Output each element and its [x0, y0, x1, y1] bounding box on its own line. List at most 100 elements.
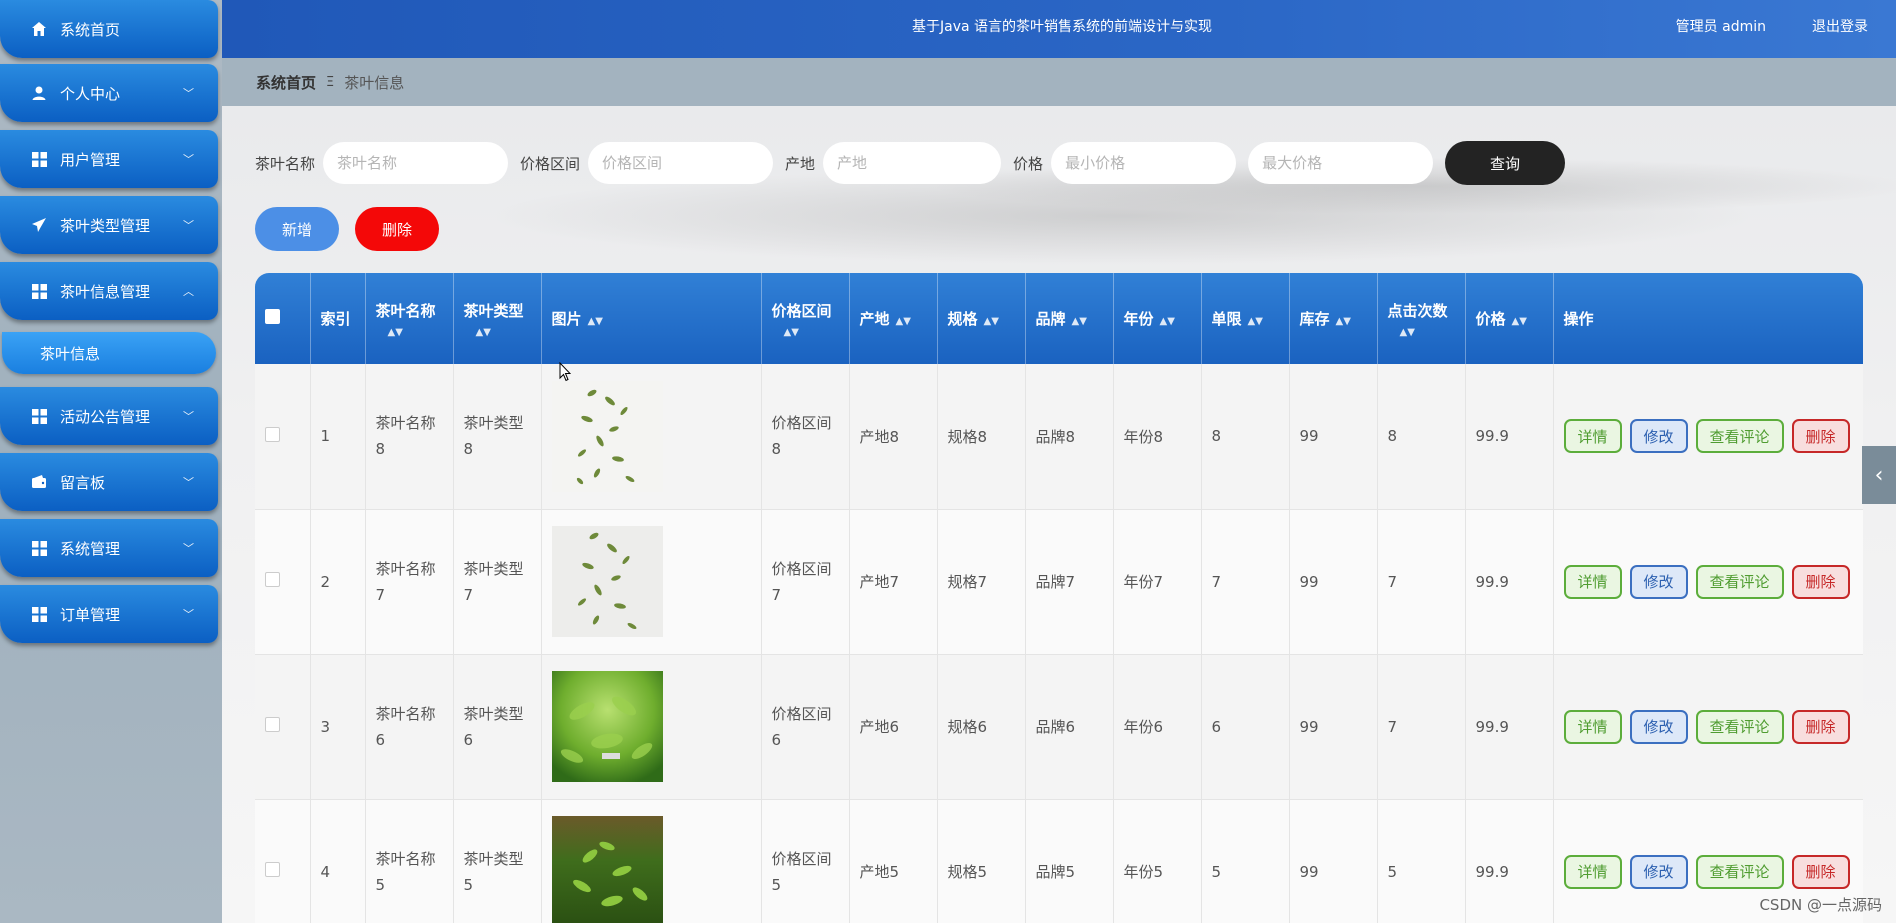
- price-range-label: 价格区间: [520, 154, 581, 173]
- row-checkbox[interactable]: [265, 717, 280, 732]
- sort-icon[interactable]: ▲▼: [1160, 316, 1175, 327]
- row-checkbox[interactable]: [265, 862, 280, 877]
- cell-type: 茶叶类型6: [453, 654, 542, 800]
- col-header-sortable[interactable]: 茶叶名称 ▲▼: [365, 273, 454, 364]
- col-header-sortable[interactable]: 价格区间 ▲▼: [761, 273, 850, 364]
- col-header-sortable[interactable]: 规格 ▲▼: [937, 273, 1026, 364]
- sort-icon[interactable]: ▲▼: [1400, 327, 1455, 338]
- col-header-label: 价格: [1475, 310, 1506, 328]
- cell-image: [541, 509, 762, 655]
- col-header: 操作: [1553, 273, 1863, 364]
- sort-icon[interactable]: ▲▼: [896, 316, 911, 327]
- col-header-sortable[interactable]: 产地 ▲▼: [849, 273, 938, 364]
- grid-icon: [30, 605, 48, 623]
- tea-name-input[interactable]: [323, 142, 509, 184]
- col-header-label: 年份: [1123, 310, 1154, 328]
- sidebar-item-system[interactable]: 系统管理 ﹀: [0, 519, 218, 577]
- detail-button[interactable]: 详情: [1563, 564, 1622, 599]
- select-all-cell: [255, 273, 311, 364]
- detail-button[interactable]: 详情: [1563, 854, 1622, 889]
- sidebar-item-users[interactable]: 用户管理 ﹀: [0, 130, 218, 188]
- cell-year: 年份7: [1113, 509, 1202, 655]
- sidebar-item-orders[interactable]: 订单管理 ﹀: [0, 585, 218, 643]
- sidebar-subitem-tea-info[interactable]: 茶叶信息: [2, 332, 216, 374]
- col-header-sortable[interactable]: 茶叶类型 ▲▼: [453, 273, 542, 364]
- cell-price: 99.9: [1465, 509, 1554, 655]
- sidebar-item-messages[interactable]: 留言板 ﹀: [0, 453, 218, 511]
- sort-icon[interactable]: ▲▼: [1248, 316, 1263, 327]
- delete-row-button[interactable]: 删除: [1791, 854, 1850, 889]
- cell-actions: 详情 修改 查看评论 删除: [1553, 509, 1863, 655]
- cell-limit: 5: [1201, 799, 1290, 923]
- batch-delete-button[interactable]: 删除: [355, 207, 439, 251]
- sort-icon[interactable]: ▲▼: [476, 327, 531, 338]
- col-header-sortable[interactable]: 点击次数 ▲▼: [1377, 273, 1466, 364]
- col-header-sortable[interactable]: 品牌 ▲▼: [1025, 273, 1114, 364]
- row-select-cell: [255, 509, 311, 655]
- col-header-sortable[interactable]: 价格 ▲▼: [1465, 273, 1554, 364]
- view-comments-button[interactable]: 查看评论: [1695, 854, 1784, 889]
- sort-icon[interactable]: ▲▼: [588, 316, 603, 327]
- detail-button[interactable]: 详情: [1563, 419, 1622, 454]
- cell-year: 年份8: [1113, 364, 1202, 510]
- sort-icon[interactable]: ▲▼: [1512, 316, 1527, 327]
- row-checkbox[interactable]: [265, 572, 280, 587]
- max-price-input[interactable]: [1248, 142, 1434, 184]
- grid-icon: [30, 282, 48, 300]
- min-price-input[interactable]: [1051, 142, 1237, 184]
- sidebar-item-personal[interactable]: 个人中心 ﹀: [0, 64, 218, 122]
- sidebar-item-announcements[interactable]: 活动公告管理 ﹀: [0, 387, 218, 445]
- sidebar-item-home[interactable]: 系统首页: [0, 0, 218, 58]
- col-header-sortable[interactable]: 图片 ▲▼: [541, 273, 762, 364]
- delete-row-button[interactable]: 删除: [1791, 709, 1850, 744]
- sort-icon[interactable]: ▲▼: [1072, 316, 1087, 327]
- price-range-input[interactable]: [588, 142, 774, 184]
- sort-icon[interactable]: ▲▼: [1336, 316, 1351, 327]
- edit-button[interactable]: 修改: [1629, 709, 1688, 744]
- edit-button[interactable]: 修改: [1629, 419, 1688, 454]
- sidebar-item-tea-info[interactable]: 茶叶信息管理 ︿: [0, 262, 218, 320]
- mouse-cursor-icon: [559, 362, 571, 382]
- sort-icon[interactable]: ▲▼: [984, 316, 999, 327]
- cell-limit: 7: [1201, 509, 1290, 655]
- breadcrumb-home[interactable]: 系统首页: [256, 72, 316, 93]
- cell-image: [541, 799, 762, 923]
- cell-name: 茶叶名称8: [365, 364, 454, 510]
- table-row: 4 茶叶名称5 茶叶类型5 价格区间5 产地5 规格5 品牌5 年份5 5 99…: [255, 799, 1863, 923]
- query-button[interactable]: 查询: [1445, 141, 1566, 185]
- select-all-checkbox[interactable]: [265, 309, 280, 324]
- view-comments-button[interactable]: 查看评论: [1695, 709, 1784, 744]
- delete-row-button[interactable]: 删除: [1791, 419, 1850, 454]
- chevron-down-icon: ﹀: [183, 476, 194, 489]
- delete-row-button[interactable]: 删除: [1791, 564, 1850, 599]
- col-header-sortable[interactable]: 库存 ▲▼: [1289, 273, 1378, 364]
- row-checkbox[interactable]: [265, 426, 280, 442]
- sort-icon[interactable]: ▲▼: [388, 327, 443, 338]
- wallet-icon: [30, 473, 48, 491]
- sidebar-item-label: 用户管理: [60, 150, 121, 169]
- table-row: 2 茶叶名称7 茶叶类型7 价格区间7 产地7 规格7 品牌7 年份7 7 99…: [255, 509, 1863, 655]
- sidebar-item-tea-type[interactable]: 茶叶类型管理 ﹀: [0, 196, 218, 254]
- col-header-sortable[interactable]: 年份 ▲▼: [1113, 273, 1202, 364]
- origin-input[interactable]: [823, 142, 1002, 184]
- cell-type: 茶叶类型8: [453, 364, 542, 510]
- cell-image: [541, 364, 762, 510]
- col-header-sortable[interactable]: 单限 ▲▼: [1201, 273, 1290, 364]
- chevron-left-icon: ‹: [1874, 462, 1884, 488]
- home-icon: [30, 20, 48, 38]
- edit-button[interactable]: 修改: [1629, 854, 1688, 889]
- edit-button[interactable]: 修改: [1629, 564, 1688, 599]
- view-comments-button[interactable]: 查看评论: [1695, 419, 1784, 454]
- cell-year: 年份6: [1113, 654, 1202, 800]
- cell-clicks: 7: [1377, 509, 1466, 655]
- row-select-cell: [255, 799, 311, 923]
- current-user: 管理员 admin: [1675, 19, 1766, 35]
- view-comments-button[interactable]: 查看评论: [1695, 564, 1784, 599]
- collapse-panel-tab[interactable]: ‹: [1862, 446, 1896, 504]
- detail-button[interactable]: 详情: [1563, 709, 1622, 744]
- add-button[interactable]: 新增: [255, 207, 339, 251]
- sort-icon[interactable]: ▲▼: [784, 327, 839, 338]
- sidebar-item-label: 茶叶信息管理: [60, 282, 151, 301]
- cell-origin: 产地6: [849, 654, 938, 800]
- logout-link[interactable]: 退出登录: [1812, 16, 1868, 36]
